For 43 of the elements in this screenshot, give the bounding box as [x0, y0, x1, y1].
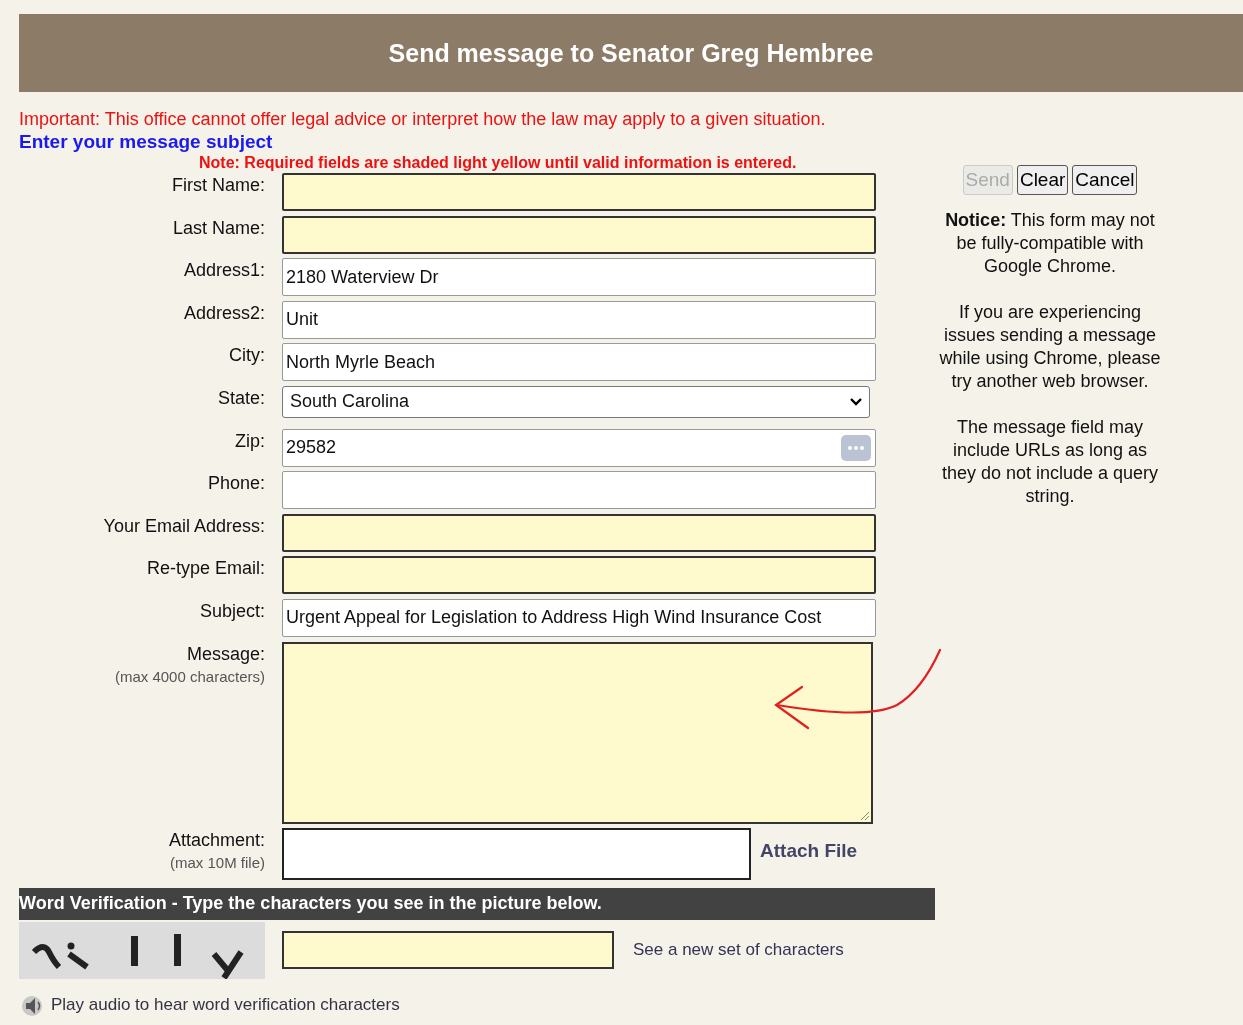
field-label: Address2: [183, 301, 265, 324]
chevron-down-icon [849, 396, 863, 407]
attach-file-link[interactable]: Attach File [760, 839, 858, 862]
input-field[interactable] [282, 215, 876, 254]
field-label: Re-type Email: [146, 557, 265, 580]
required-note: Note: Required fields are shaded light yellow until valid information is entered. [198, 153, 798, 173]
important-notice: Important: This office cannot offer legal advice or interpret how the law may apply to a given situation. [19, 108, 827, 130]
field-label: Your Email Address: [103, 514, 265, 537]
verification-field[interactable] [282, 931, 614, 970]
input-field[interactable] [282, 173, 876, 211]
field-label: Last Name: [172, 216, 265, 239]
field-label: Zip: [235, 429, 265, 452]
verification-title: Word Verification - Type the characters you see in the picture below. [19, 893, 602, 915]
input-field[interactable] [282, 471, 876, 510]
input-field[interactable]: North Myrle Beach [282, 343, 876, 382]
subject-prompt: Enter your message subject [19, 130, 274, 153]
message-field[interactable] [282, 641, 873, 824]
play-audio-link[interactable]: Play audio to hear word verification characters [51, 994, 400, 1015]
field-hint: (max 10M file) [169, 853, 265, 871]
field-label: Subject: [199, 599, 265, 622]
field-label: First Name: [172, 174, 265, 196]
input-field[interactable]: 2180 Waterview Dr [282, 258, 876, 297]
new-characters-link[interactable]: See a new set of characters [633, 940, 844, 961]
form-button[interactable]: Clear [1016, 165, 1069, 195]
input-field[interactable]: 29582 [282, 428, 876, 467]
attachment-field[interactable] [282, 827, 751, 880]
field-label: City: [229, 344, 265, 367]
input-field[interactable] [282, 556, 876, 595]
input-field[interactable]: Unit [282, 300, 876, 339]
notice-text: If you are experiencing issues sending a message while using Chrome, please try another web browser. [939, 301, 1161, 393]
field-label: Attachment: [168, 828, 265, 851]
field-label: Phone: [207, 472, 265, 495]
field-label: Message: [186, 642, 265, 665]
input-field[interactable] [282, 513, 876, 552]
field-hint: (max 4000 characters) [114, 667, 265, 685]
page-title: Send message to Senator Greg Hembree [388, 38, 874, 68]
state-dropdown[interactable]: South Carolina [282, 385, 870, 418]
form-button[interactable]: Cancel [1072, 165, 1138, 195]
field-label: State: [217, 386, 265, 409]
notice-text: The message field may include URLs as long as they do not include a query string. [940, 416, 1160, 508]
field-label: Address1: [183, 259, 265, 282]
input-field[interactable]: Urgent Appeal for Legislation to Address High Wind Insurance Cost [282, 598, 876, 637]
notice-text: Notice: This form may not be fully-compatible with Google Chrome. [944, 209, 1156, 278]
